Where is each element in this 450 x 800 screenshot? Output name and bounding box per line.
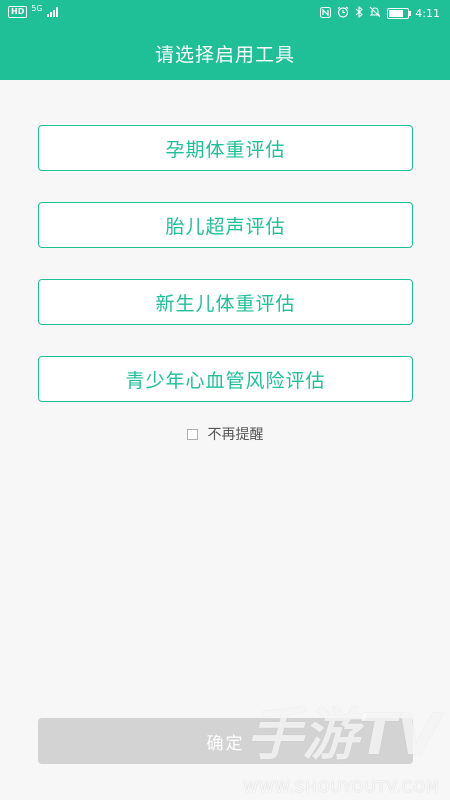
- confirm-button[interactable]: 确定: [38, 718, 413, 764]
- tool-options-list: 孕期体重评估 胎儿超声评估 新生儿体重评估 青少年心血管风险评估: [38, 125, 413, 433]
- option-newborn-weight-button[interactable]: 新生儿体重评估: [38, 279, 413, 325]
- option-adolescent-cardio-button[interactable]: 青少年心血管风险评估: [38, 356, 413, 402]
- status-right: 4:11: [320, 5, 440, 21]
- mute-icon: [369, 6, 381, 21]
- dont-remind-label[interactable]: 不再提醒: [208, 424, 264, 444]
- alarm-icon: [337, 6, 349, 21]
- hd-icon: HD: [8, 6, 28, 18]
- option-fetal-ultrasound-button[interactable]: 胎儿超声评估: [38, 202, 413, 248]
- dont-remind-row: 不再提醒: [0, 424, 450, 444]
- status-time: 4:11: [415, 7, 440, 20]
- bluetooth-icon: [355, 5, 364, 21]
- battery-level-fill: [389, 10, 404, 17]
- option-pregnancy-weight-button[interactable]: 孕期体重评估: [38, 125, 413, 171]
- watermark-url-text: WWW.SHOUYOUTV.COM: [243, 778, 440, 796]
- page-title: 请选择启用工具: [154, 44, 295, 66]
- status-bar: HD 5G 4:11: [0, 0, 450, 28]
- battery-icon: [387, 8, 412, 19]
- dont-remind-checkbox[interactable]: [186, 428, 198, 440]
- status-left: HD 5G: [8, 4, 58, 18]
- nfc-icon: [320, 6, 332, 21]
- app-header-bar: HD 5G 4:11 请选择启用工具: [0, 0, 450, 80]
- network-type-label: 5G: [31, 4, 43, 13]
- signal-strength-icon: [46, 7, 58, 17]
